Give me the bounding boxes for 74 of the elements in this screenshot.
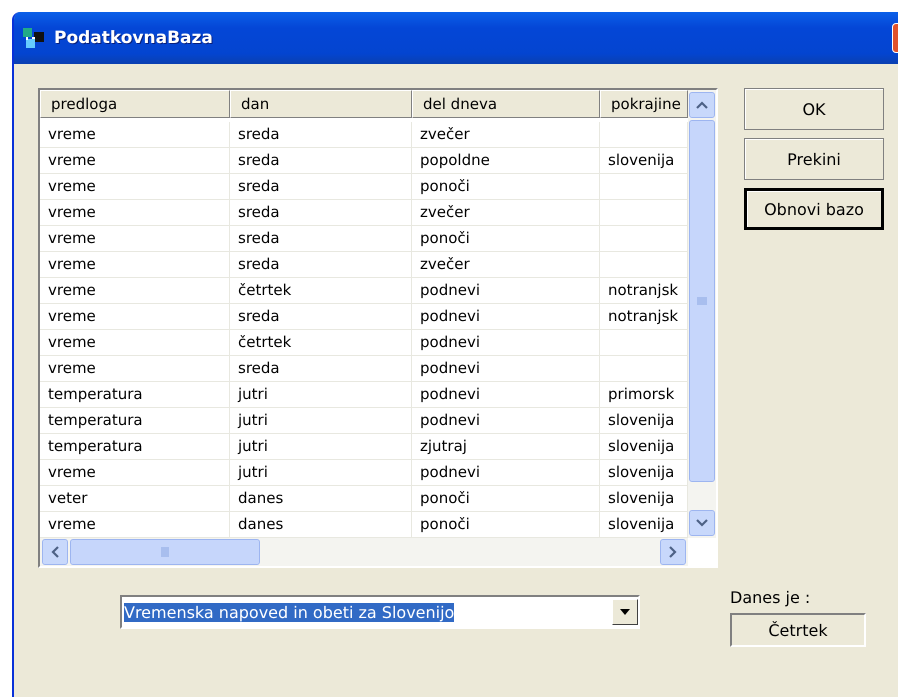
today-label: Danes je : [730,588,812,607]
table-cell: jutri [230,434,412,460]
table-cell: zvečer [412,122,600,148]
table-cell: danes [230,486,412,512]
scroll-up-button[interactable] [689,92,715,118]
table-cell: vreme [40,330,230,356]
table-cell: vreme [40,278,230,304]
table-cell: ponoči [412,486,600,512]
table-cell: četrtek [230,278,412,304]
table-cell: vreme [40,174,230,200]
dialog-button[interactable]: Prekini [744,138,884,180]
app-icon [22,26,46,50]
scroll-right-button[interactable] [660,539,686,565]
table-cell: podnevi [412,408,600,434]
caret-icon [620,609,630,615]
table-cell: sreda [230,148,412,174]
dialog-button[interactable]: Obnovi bazo [744,188,884,230]
chevron-up-icon [696,101,708,109]
chevron-right-icon [669,546,677,558]
table-cell: sreda [230,356,412,382]
table-cell: vreme [40,148,230,174]
table-cell: sreda [230,226,412,252]
table-cell: ponoči [412,226,600,252]
table-cell: zvečer [412,200,600,226]
table-cell: jutri [230,460,412,486]
template-dropdown[interactable]: Vremenska napoved in obeti za Slovenijo [120,595,640,629]
table-cell: zjutraj [412,434,600,460]
table-cell: podnevi [412,460,600,486]
dropdown-button[interactable] [612,599,638,625]
grip-icon [161,547,169,557]
table-cell: popoldne [412,148,600,174]
dropdown-value: Vremenska napoved in obeti za Slovenijo [124,602,454,622]
table-cell: temperatura [40,408,230,434]
column-header[interactable]: predloga [40,90,230,118]
table-cell: vreme [40,304,230,330]
table-cell: sreda [230,252,412,278]
table-cell: vreme [40,460,230,486]
table-cell: vreme [40,226,230,252]
chevron-down-icon [696,519,708,527]
table-cell: temperatura [40,434,230,460]
table-cell: vreme [40,356,230,382]
grip-icon [697,297,707,305]
table-cell: četrtek [230,330,412,356]
table-cell: podnevi [412,278,600,304]
table-cell: sreda [230,304,412,330]
table-cell: jutri [230,408,412,434]
table-cell: ponoči [412,174,600,200]
horizontal-scrollbar[interactable] [40,538,688,566]
column-header[interactable]: pokrajine [600,90,688,118]
scroll-thumb[interactable] [70,539,260,565]
table-cell: podnevi [412,356,600,382]
chevron-left-icon [51,546,59,558]
table-cell: veter [40,486,230,512]
table-cell: vreme [40,200,230,226]
scroll-left-button[interactable] [42,539,68,565]
table-cell: jutri [230,382,412,408]
vertical-scrollbar[interactable] [688,90,716,538]
column-header[interactable]: dan [230,90,412,118]
table-cell: podnevi [412,330,600,356]
table-cell: podnevi [412,382,600,408]
table-cell: temperatura [40,382,230,408]
window-title: PodatkovnaBaza [54,28,214,48]
table-cell: sreda [230,200,412,226]
table-cell: sreda [230,122,412,148]
table-cell: podnevi [412,304,600,330]
scroll-thumb[interactable] [689,120,715,482]
scroll-down-button[interactable] [689,510,715,536]
table-cell: sreda [230,174,412,200]
table-cell: vreme [40,252,230,278]
today-field: Četrtek [730,613,866,647]
table-cell: vreme [40,122,230,148]
table-cell: zvečer [412,252,600,278]
column-header[interactable]: del dneva [412,90,600,118]
dialog-button[interactable]: OK [744,88,884,130]
